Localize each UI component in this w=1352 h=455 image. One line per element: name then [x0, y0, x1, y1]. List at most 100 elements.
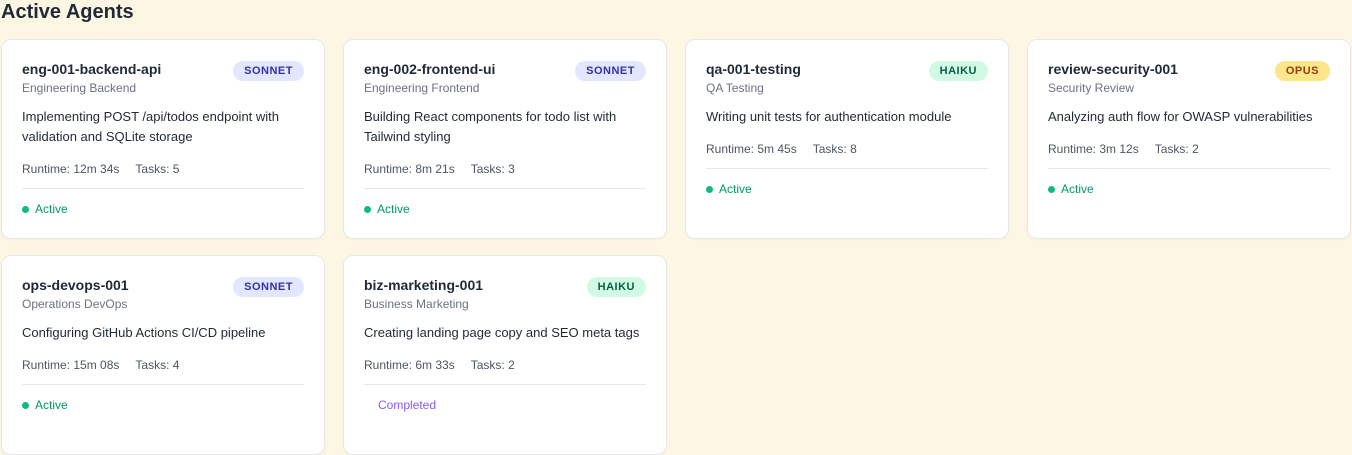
agent-id: review-security-001	[1048, 61, 1178, 77]
tasks-stat: Tasks: 2	[471, 357, 515, 373]
tasks-label: Tasks:	[812, 142, 847, 156]
agent-id: eng-001-backend-api	[22, 61, 162, 77]
tasks-value: 2	[1192, 142, 1199, 156]
tasks-label: Tasks:	[135, 358, 170, 372]
agent-status: Completed	[364, 397, 646, 413]
agent-description: Analyzing auth flow for OWASP vulnerabil…	[1048, 109, 1313, 124]
status-dot-icon	[1048, 185, 1055, 193]
agent-card-review-security-001[interactable]: review-security-001 Security Review OPUS…	[1027, 39, 1351, 239]
agent-card-header: eng-002-frontend-ui Engineering Frontend…	[364, 60, 646, 96]
tasks-value: 8	[850, 142, 857, 156]
agent-card-header: review-security-001 Security Review OPUS	[1048, 60, 1330, 96]
status-label: Completed	[378, 398, 437, 412]
runtime-value: 12m 34s	[73, 162, 120, 176]
card-divider	[1048, 168, 1330, 169]
agent-id: eng-002-frontend-ui	[364, 61, 496, 77]
tasks-stat: Tasks: 3	[471, 161, 515, 177]
agent-identity: eng-001-backend-api Engineering Backend	[22, 60, 161, 96]
agent-metrics: Runtime: 8m 21s Tasks: 3	[364, 161, 646, 177]
runtime-value: 3m 12s	[1099, 142, 1139, 156]
agent-card-header: biz-marketing-001 Business Marketing HAI…	[364, 276, 646, 312]
agent-card-eng-001-backend-api[interactable]: eng-001-backend-api Engineering Backend …	[1, 39, 325, 239]
tasks-stat: Tasks: 5	[135, 161, 179, 177]
agent-id: ops-devops-001	[22, 277, 129, 293]
agent-id: qa-001-testing	[706, 61, 801, 77]
agent-metrics: Runtime: 6m 33s Tasks: 2	[364, 357, 646, 373]
agent-status: Active	[706, 181, 988, 197]
agent-department: Business Marketing	[364, 297, 469, 311]
card-divider	[22, 384, 304, 385]
tasks-stat: Tasks: 2	[1155, 141, 1199, 157]
model-badge: HAIKU	[586, 277, 646, 297]
agent-status: Active	[22, 201, 304, 217]
agent-card-biz-marketing-001[interactable]: biz-marketing-001 Business Marketing HAI…	[343, 255, 667, 455]
runtime-label: Runtime:	[364, 358, 413, 372]
agent-description: Writing unit tests for authentication mo…	[706, 109, 952, 124]
agent-department: Security Review	[1048, 81, 1135, 95]
status-dot-icon	[706, 185, 713, 193]
model-badge: SONNET	[575, 61, 646, 81]
status-label: Active	[1061, 182, 1094, 196]
runtime-value: 8m 21s	[415, 162, 455, 176]
runtime-value: 5m 45s	[757, 142, 797, 156]
status-label: Active	[35, 202, 68, 216]
tasks-stat: Tasks: 8	[813, 141, 857, 157]
agent-card-ops-devops-001[interactable]: ops-devops-001 Operations DevOps SONNET …	[1, 255, 325, 455]
runtime-label: Runtime:	[706, 142, 755, 156]
agent-identity: biz-marketing-001 Business Marketing	[364, 276, 483, 312]
status-dot-icon	[22, 205, 29, 213]
agent-status: Active	[364, 201, 646, 217]
card-divider	[364, 188, 646, 189]
agent-identity: review-security-001 Security Review	[1048, 60, 1178, 96]
agent-department: Operations DevOps	[22, 297, 128, 311]
runtime-stat: Runtime: 3m 12s	[1048, 141, 1139, 157]
tasks-stat: Tasks: 4	[135, 357, 179, 373]
card-divider	[364, 384, 646, 385]
runtime-label: Runtime:	[364, 162, 413, 176]
agent-card-header: eng-001-backend-api Engineering Backend …	[22, 60, 304, 96]
agent-metrics: Runtime: 15m 08s Tasks: 4	[22, 357, 304, 373]
runtime-label: Runtime:	[22, 358, 71, 372]
model-badge: SONNET	[233, 61, 304, 81]
card-divider	[22, 188, 304, 189]
runtime-stat: Runtime: 12m 34s	[22, 161, 119, 177]
status-dot-icon	[22, 401, 29, 409]
status-label: Active	[377, 202, 410, 216]
model-badge: HAIKU	[928, 61, 988, 81]
agent-description: Configuring GitHub Actions CI/CD pipelin…	[22, 325, 266, 340]
agent-identity: eng-002-frontend-ui Engineering Frontend	[364, 60, 495, 96]
agent-department: QA Testing	[706, 81, 764, 95]
agent-metrics: Runtime: 3m 12s Tasks: 2	[1048, 141, 1330, 157]
agent-status: Active	[22, 397, 304, 413]
card-divider	[706, 168, 988, 169]
page-title: Active Agents	[1, 1, 134, 23]
tasks-value: 3	[508, 162, 515, 176]
agent-card-qa-001-testing[interactable]: qa-001-testing QA Testing HAIKU Writing …	[685, 39, 1009, 239]
agent-status: Active	[1048, 181, 1330, 197]
tasks-value: 5	[172, 162, 180, 176]
agent-card-eng-002-frontend-ui[interactable]: eng-002-frontend-ui Engineering Frontend…	[343, 39, 667, 239]
agent-card-grid: eng-001-backend-api Engineering Backend …	[1, 39, 1351, 455]
status-label: Active	[35, 398, 68, 412]
runtime-stat: Runtime: 5m 45s	[706, 141, 797, 157]
runtime-stat: Runtime: 15m 08s	[22, 357, 119, 373]
tasks-value: 4	[172, 358, 180, 372]
agent-card-header: qa-001-testing QA Testing HAIKU	[706, 60, 988, 96]
status-label: Active	[719, 182, 752, 196]
agent-department: Engineering Backend	[22, 81, 137, 95]
tasks-value: 2	[508, 358, 515, 372]
runtime-value: 6m 33s	[415, 358, 455, 372]
tasks-label: Tasks:	[470, 358, 505, 372]
agent-department: Engineering Frontend	[364, 81, 480, 95]
agent-identity: ops-devops-001 Operations DevOps	[22, 276, 129, 312]
agent-metrics: Runtime: 12m 34s Tasks: 5	[22, 161, 304, 177]
model-badge: SONNET	[233, 277, 304, 297]
status-dot-icon	[364, 205, 371, 213]
agent-metrics: Runtime: 5m 45s Tasks: 8	[706, 141, 988, 157]
agent-card-header: ops-devops-001 Operations DevOps SONNET	[22, 276, 304, 312]
tasks-label: Tasks:	[135, 162, 170, 176]
agent-id: biz-marketing-001	[364, 277, 484, 293]
agent-description: Building React components for todo list …	[364, 109, 617, 144]
tasks-label: Tasks:	[470, 162, 505, 176]
agent-description: Creating landing page copy and SEO meta …	[364, 325, 640, 340]
